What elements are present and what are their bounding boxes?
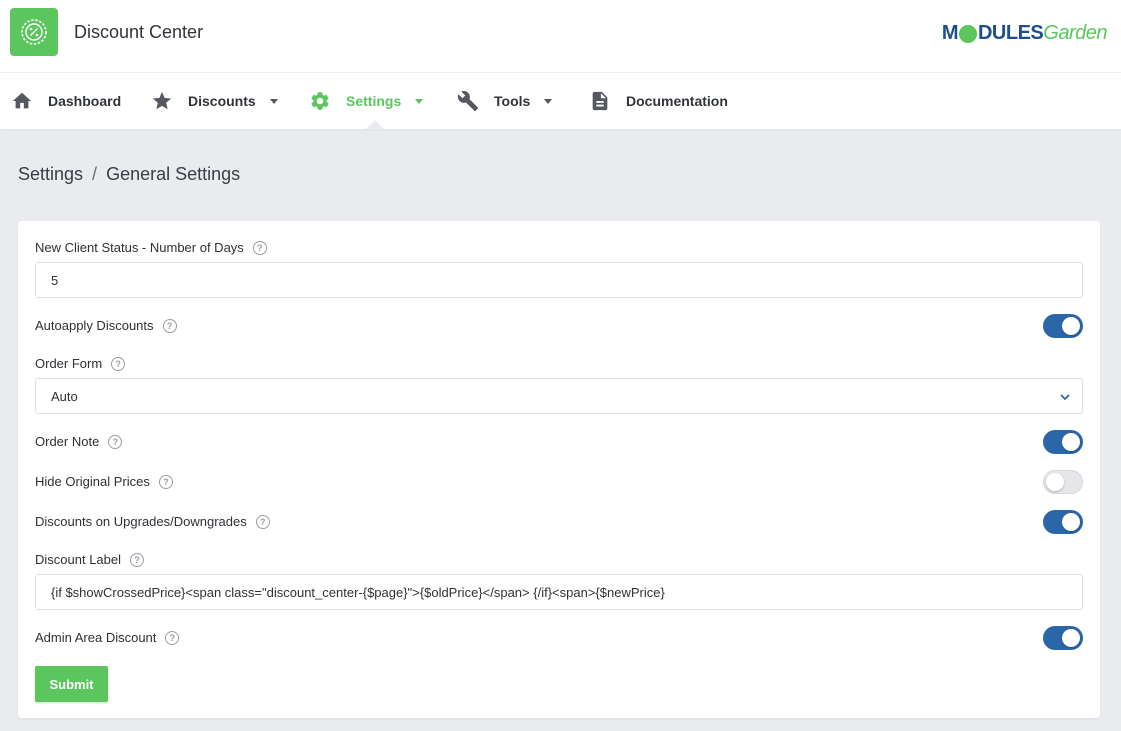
order-note-label: Order Note ? bbox=[35, 434, 123, 449]
brand-text-garden: Garden bbox=[1043, 21, 1107, 44]
chevron-down-icon bbox=[269, 98, 278, 104]
toggle-knob bbox=[1062, 513, 1080, 531]
nav-label-settings: Settings bbox=[346, 93, 402, 109]
home-icon bbox=[10, 89, 34, 113]
nav-label-tools: Tools bbox=[494, 93, 531, 109]
order-note-label-text: Order Note bbox=[35, 434, 100, 449]
brand-globe-icon bbox=[958, 25, 977, 43]
brand-text-m: M bbox=[941, 21, 959, 44]
order-form-label-text: Order Form bbox=[35, 356, 103, 371]
app-title: Discount Center bbox=[74, 22, 204, 42]
gear-icon bbox=[308, 89, 332, 113]
nav-label-discounts: Discounts bbox=[188, 93, 256, 109]
toggle-knob bbox=[1062, 317, 1080, 335]
help-icon[interactable]: ? bbox=[130, 552, 144, 567]
autoapply-label: Autoapply Discounts ? bbox=[35, 318, 177, 333]
submit-button[interactable]: Submit bbox=[35, 666, 108, 702]
discount-label-label-text: Discount Label bbox=[35, 552, 121, 567]
chevron-down-icon bbox=[415, 98, 424, 104]
brand-text-dules: DULES bbox=[977, 21, 1044, 44]
active-nav-pointer bbox=[366, 120, 384, 129]
help-icon[interactable]: ? bbox=[158, 474, 173, 489]
breadcrumb: Settings / General Settings bbox=[18, 164, 240, 185]
help-icon[interactable]: ? bbox=[255, 514, 270, 529]
help-icon[interactable]: ? bbox=[252, 240, 267, 255]
general-settings-card: New Client Status - Number of Days ? Aut… bbox=[18, 221, 1100, 718]
admin-area-discount-toggle[interactable] bbox=[1043, 626, 1083, 650]
nav-item-documentation[interactable]: Documentation bbox=[588, 73, 728, 129]
nav-item-dashboard[interactable]: Dashboard bbox=[10, 73, 121, 129]
autoapply-label-text: Autoapply Discounts bbox=[35, 318, 154, 333]
breadcrumb-current: General Settings bbox=[106, 164, 241, 184]
nav-label-dashboard: Dashboard bbox=[48, 93, 122, 109]
breadcrumb-parent[interactable]: Settings bbox=[18, 164, 83, 185]
help-icon[interactable]: ? bbox=[111, 356, 126, 371]
help-icon[interactable]: ? bbox=[162, 318, 177, 333]
order-form-label: Order Form ? bbox=[35, 356, 126, 371]
upgrades-downgrades-label: Discounts on Upgrades/Downgrades ? bbox=[35, 514, 270, 529]
discount-label-label: Discount Label ? bbox=[35, 552, 144, 567]
wrench-icon bbox=[456, 89, 480, 113]
help-icon[interactable]: ? bbox=[165, 630, 180, 645]
admin-area-discount-label: Admin Area Discount ? bbox=[35, 630, 180, 645]
discount-center-logo-icon bbox=[10, 8, 58, 56]
modulesgarden-logo: M DULES Garden bbox=[941, 19, 1108, 47]
toggle-knob bbox=[1062, 433, 1080, 451]
new-client-days-label-text: New Client Status - Number of Days bbox=[35, 240, 244, 255]
upgrades-downgrades-toggle[interactable] bbox=[1043, 510, 1083, 534]
new-client-days-label: New Client Status - Number of Days ? bbox=[35, 240, 267, 255]
order-note-toggle[interactable] bbox=[1043, 430, 1083, 454]
nav-item-tools[interactable]: Tools bbox=[456, 73, 553, 129]
hide-original-prices-label: Hide Original Prices ? bbox=[35, 474, 173, 489]
star-icon bbox=[150, 89, 174, 113]
nav-label-documentation: Documentation bbox=[626, 93, 728, 109]
main-nav: Dashboard Discounts Settings Tools Docum… bbox=[0, 73, 1121, 129]
admin-area-discount-label-text: Admin Area Discount bbox=[35, 630, 157, 645]
toggle-knob bbox=[1062, 629, 1080, 647]
chevron-down-icon bbox=[1060, 394, 1070, 401]
document-icon bbox=[588, 89, 612, 113]
help-icon[interactable]: ? bbox=[108, 434, 123, 449]
app-header: Discount Center M DULES Garden bbox=[0, 0, 1121, 73]
hide-original-prices-toggle[interactable] bbox=[1043, 470, 1083, 494]
discount-label-input[interactable] bbox=[35, 574, 1083, 610]
nav-item-discounts[interactable]: Discounts bbox=[150, 73, 278, 129]
order-form-selected-value: Auto bbox=[51, 388, 78, 404]
chevron-down-icon bbox=[544, 98, 553, 104]
hide-original-prices-label-text: Hide Original Prices bbox=[35, 474, 150, 489]
new-client-days-input[interactable] bbox=[35, 262, 1083, 298]
order-form-select[interactable]: Auto bbox=[35, 378, 1083, 414]
upgrades-downgrades-label-text: Discounts on Upgrades/Downgrades bbox=[35, 514, 247, 529]
toggle-knob bbox=[1046, 473, 1064, 491]
breadcrumb-separator: / bbox=[92, 164, 98, 184]
autoapply-toggle[interactable] bbox=[1043, 314, 1083, 338]
